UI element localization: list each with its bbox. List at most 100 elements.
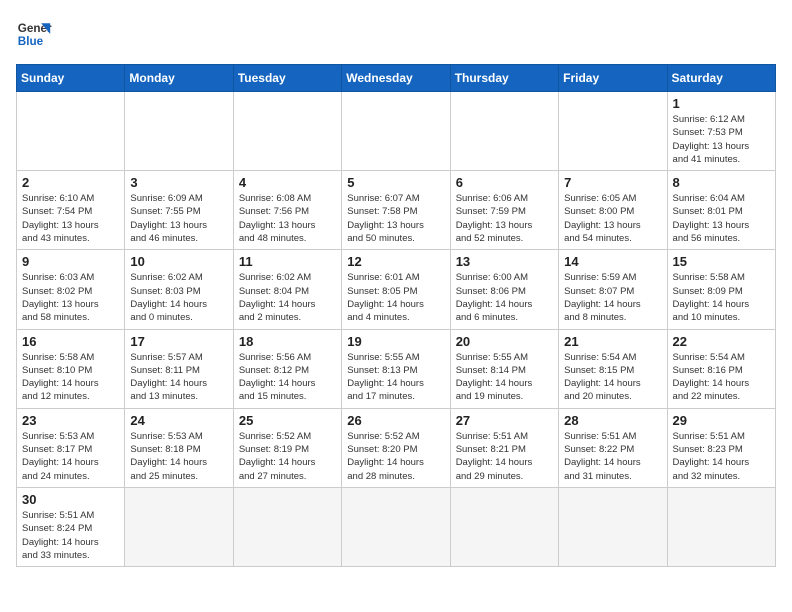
day-info: Sunrise: 6:02 AM Sunset: 8:03 PM Dayligh… [130,271,227,324]
day-number: 14 [564,254,661,269]
calendar-cell: 22 Sunrise: 5:54 AM Sunset: 8:16 PM Dayli… [667,329,775,408]
day-info: Sunrise: 5:51 AM Sunset: 8:21 PM Dayligh… [456,430,553,483]
day-info: Sunrise: 5:51 AM Sunset: 8:23 PM Dayligh… [673,430,770,483]
week-row-1: 1Sunrise: 6:12 AM Sunset: 7:53 PM Daylig… [17,92,776,171]
day-info: Sunrise: 5:52 AM Sunset: 8:19 PM Dayligh… [239,430,336,483]
weekday-header-tuesday: Tuesday [233,65,341,92]
day-number: 18 [239,334,336,349]
calendar-cell: 13 Sunrise: 6:00 AM Sunset: 8:06 PM Dayli… [450,250,558,329]
day-info: Sunrise: 5:55 AM Sunset: 8:14 PM Dayligh… [456,351,553,404]
day-number: 1 [673,96,770,111]
week-row-3: 9Sunrise: 6:03 AM Sunset: 8:02 PM Daylig… [17,250,776,329]
calendar-cell [559,92,667,171]
day-info: Sunrise: 5:59 AM Sunset: 8:07 PM Dayligh… [564,271,661,324]
day-number: 5 [347,175,444,190]
day-number: 21 [564,334,661,349]
week-row-6: 30 Sunrise: 5:51 AM Sunset: 8:24 PM Dayli… [17,487,776,566]
day-info: Sunrise: 6:00 AM Sunset: 8:06 PM Dayligh… [456,271,553,324]
calendar-cell: 23Sunrise: 5:53 AM Sunset: 8:17 PM Dayli… [17,408,125,487]
day-number: 28 [564,413,661,428]
calendar-cell [559,487,667,566]
weekday-header-row: SundayMondayTuesdayWednesdayThursdayFrid… [17,65,776,92]
day-info: Sunrise: 6:05 AM Sunset: 8:00 PM Dayligh… [564,192,661,245]
calendar-cell: 29 Sunrise: 5:51 AM Sunset: 8:23 PM Dayli… [667,408,775,487]
day-number: 7 [564,175,661,190]
calendar-cell [233,92,341,171]
weekday-header-monday: Monday [125,65,233,92]
calendar-cell [450,487,558,566]
calendar-cell: 18Sunrise: 5:56 AM Sunset: 8:12 PM Dayli… [233,329,341,408]
day-number: 20 [456,334,553,349]
day-number: 2 [22,175,119,190]
page-header: General Blue [16,16,776,52]
calendar-cell [450,92,558,171]
day-number: 19 [347,334,444,349]
day-number: 27 [456,413,553,428]
day-number: 25 [239,413,336,428]
day-info: Sunrise: 5:52 AM Sunset: 8:20 PM Dayligh… [347,430,444,483]
day-info: Sunrise: 6:06 AM Sunset: 7:59 PM Dayligh… [456,192,553,245]
week-row-2: 2 Sunrise: 6:10 AM Sunset: 7:54 PM Daylig… [17,171,776,250]
calendar-cell: 4Sunrise: 6:08 AM Sunset: 7:56 PM Daylig… [233,171,341,250]
day-number: 30 [22,492,119,507]
day-info: Sunrise: 6:09 AM Sunset: 7:55 PM Dayligh… [130,192,227,245]
day-info: Sunrise: 6:10 AM Sunset: 7:54 PM Dayligh… [22,192,119,245]
calendar-cell: 2 Sunrise: 6:10 AM Sunset: 7:54 PM Daylig… [17,171,125,250]
day-number: 4 [239,175,336,190]
calendar-cell: 24 Sunrise: 5:53 AM Sunset: 8:18 PM Dayli… [125,408,233,487]
calendar-cell: 15Sunrise: 5:58 AM Sunset: 8:09 PM Dayli… [667,250,775,329]
day-number: 23 [22,413,119,428]
day-number: 24 [130,413,227,428]
day-info: Sunrise: 6:04 AM Sunset: 8:01 PM Dayligh… [673,192,770,245]
calendar-cell: 11Sunrise: 6:02 AM Sunset: 8:04 PM Dayli… [233,250,341,329]
calendar-cell: 9Sunrise: 6:03 AM Sunset: 8:02 PM Daylig… [17,250,125,329]
day-number: 12 [347,254,444,269]
weekday-header-saturday: Saturday [667,65,775,92]
calendar-cell: 1Sunrise: 6:12 AM Sunset: 7:53 PM Daylig… [667,92,775,171]
logo-icon: General Blue [16,16,52,52]
weekday-header-friday: Friday [559,65,667,92]
logo: General Blue [16,16,52,52]
day-number: 16 [22,334,119,349]
day-info: Sunrise: 5:53 AM Sunset: 8:18 PM Dayligh… [130,430,227,483]
calendar-cell [125,92,233,171]
week-row-4: 16Sunrise: 5:58 AM Sunset: 8:10 PM Dayli… [17,329,776,408]
calendar-cell [233,487,341,566]
calendar-cell: 10 Sunrise: 6:02 AM Sunset: 8:03 PM Dayli… [125,250,233,329]
weekday-header-thursday: Thursday [450,65,558,92]
calendar-cell: 5 Sunrise: 6:07 AM Sunset: 7:58 PM Daylig… [342,171,450,250]
calendar-cell [667,487,775,566]
calendar-cell: 21 Sunrise: 5:54 AM Sunset: 8:15 PM Dayli… [559,329,667,408]
day-number: 17 [130,334,227,349]
day-info: Sunrise: 5:51 AM Sunset: 8:22 PM Dayligh… [564,430,661,483]
calendar-cell: 12Sunrise: 6:01 AM Sunset: 8:05 PM Dayli… [342,250,450,329]
calendar-cell: 16Sunrise: 5:58 AM Sunset: 8:10 PM Dayli… [17,329,125,408]
day-number: 13 [456,254,553,269]
day-number: 6 [456,175,553,190]
day-number: 26 [347,413,444,428]
day-number: 9 [22,254,119,269]
calendar-cell: 25 Sunrise: 5:52 AM Sunset: 8:19 PM Dayli… [233,408,341,487]
weekday-header-wednesday: Wednesday [342,65,450,92]
day-info: Sunrise: 6:07 AM Sunset: 7:58 PM Dayligh… [347,192,444,245]
calendar-cell: 20 Sunrise: 5:55 AM Sunset: 8:14 PM Dayli… [450,329,558,408]
day-info: Sunrise: 5:55 AM Sunset: 8:13 PM Dayligh… [347,351,444,404]
calendar-cell [125,487,233,566]
calendar-cell: 14 Sunrise: 5:59 AM Sunset: 8:07 PM Dayli… [559,250,667,329]
day-info: Sunrise: 5:54 AM Sunset: 8:15 PM Dayligh… [564,351,661,404]
calendar-cell: 19 Sunrise: 5:55 AM Sunset: 8:13 PM Dayli… [342,329,450,408]
day-number: 29 [673,413,770,428]
svg-text:Blue: Blue [18,35,44,48]
weekday-header-sunday: Sunday [17,65,125,92]
day-number: 15 [673,254,770,269]
day-number: 3 [130,175,227,190]
calendar-cell: 17Sunrise: 5:57 AM Sunset: 8:11 PM Dayli… [125,329,233,408]
calendar-cell [17,92,125,171]
day-number: 10 [130,254,227,269]
day-number: 22 [673,334,770,349]
day-info: Sunrise: 5:54 AM Sunset: 8:16 PM Dayligh… [673,351,770,404]
calendar-cell: 3 Sunrise: 6:09 AM Sunset: 7:55 PM Daylig… [125,171,233,250]
calendar-table: SundayMondayTuesdayWednesdayThursdayFrid… [16,64,776,567]
day-info: Sunrise: 5:51 AM Sunset: 8:24 PM Dayligh… [22,509,119,562]
calendar-cell: 7 Sunrise: 6:05 AM Sunset: 8:00 PM Daylig… [559,171,667,250]
